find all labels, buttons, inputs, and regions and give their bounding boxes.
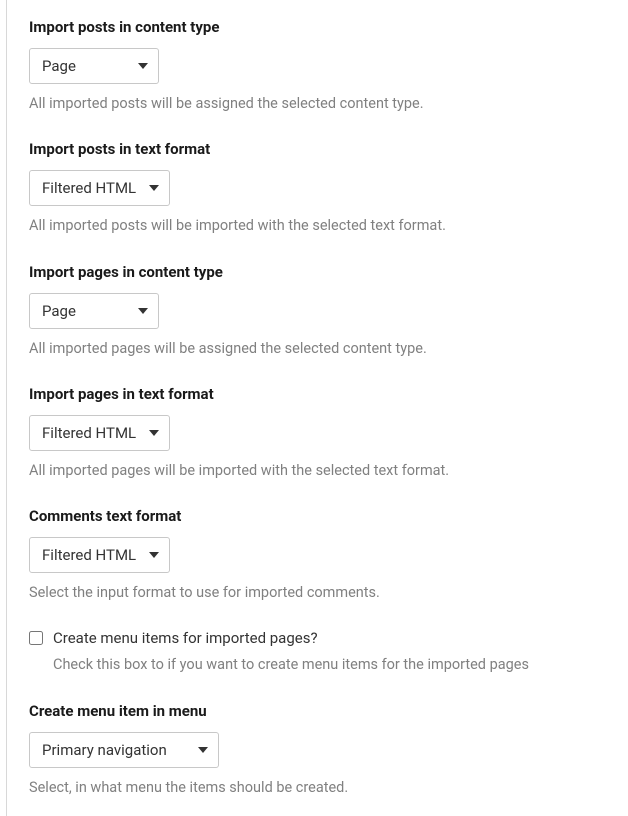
comments-text-format-description: Select the input format to use for impor… (29, 583, 606, 603)
posts-content-type-group: Import posts in content type Page All im… (29, 18, 606, 114)
posts-text-format-label: Import posts in text format (29, 140, 606, 158)
pages-text-format-group: Import pages in text format Filtered HTM… (29, 385, 606, 481)
posts-content-type-select[interactable]: Page (29, 48, 159, 84)
posts-text-format-group: Import posts in text format Filtered HTM… (29, 140, 606, 236)
pages-text-format-select[interactable]: Filtered HTML (29, 415, 170, 451)
pages-content-type-description: All imported pages will be assigned the … (29, 339, 606, 359)
pages-content-type-select[interactable]: Page (29, 293, 159, 329)
import-settings-form: Import posts in content type Page All im… (6, 0, 628, 816)
posts-content-type-label: Import posts in content type (29, 18, 606, 36)
create-menu-items-row: Create menu items for imported pages? (29, 629, 606, 647)
pages-text-format-description: All imported pages will be imported with… (29, 461, 606, 481)
create-menu-items-description: Check this box to if you want to create … (53, 655, 606, 675)
pages-content-type-group: Import pages in content type Page All im… (29, 263, 606, 359)
posts-content-type-description: All imported posts will be assigned the … (29, 94, 606, 114)
comments-text-format-group: Comments text format Filtered HTML Selec… (29, 507, 606, 603)
create-menu-items-checkbox[interactable] (29, 631, 43, 645)
create-menu-items-group: Create menu items for imported pages? Ch… (29, 629, 606, 675)
posts-text-format-description: All imported posts will be imported with… (29, 216, 606, 236)
comments-text-format-select[interactable]: Filtered HTML (29, 537, 170, 573)
pages-text-format-label: Import pages in text format (29, 385, 606, 403)
create-menu-items-label[interactable]: Create menu items for imported pages? (53, 629, 318, 647)
menu-item-menu-select[interactable]: Primary navigation (29, 732, 219, 768)
comments-text-format-label: Comments text format (29, 507, 606, 525)
menu-item-menu-label: Create menu item in menu (29, 702, 606, 720)
menu-item-menu-description: Select, in what menu the items should be… (29, 778, 606, 798)
pages-content-type-label: Import pages in content type (29, 263, 606, 281)
posts-text-format-select[interactable]: Filtered HTML (29, 170, 170, 206)
menu-item-menu-group: Create menu item in menu Primary navigat… (29, 702, 606, 798)
